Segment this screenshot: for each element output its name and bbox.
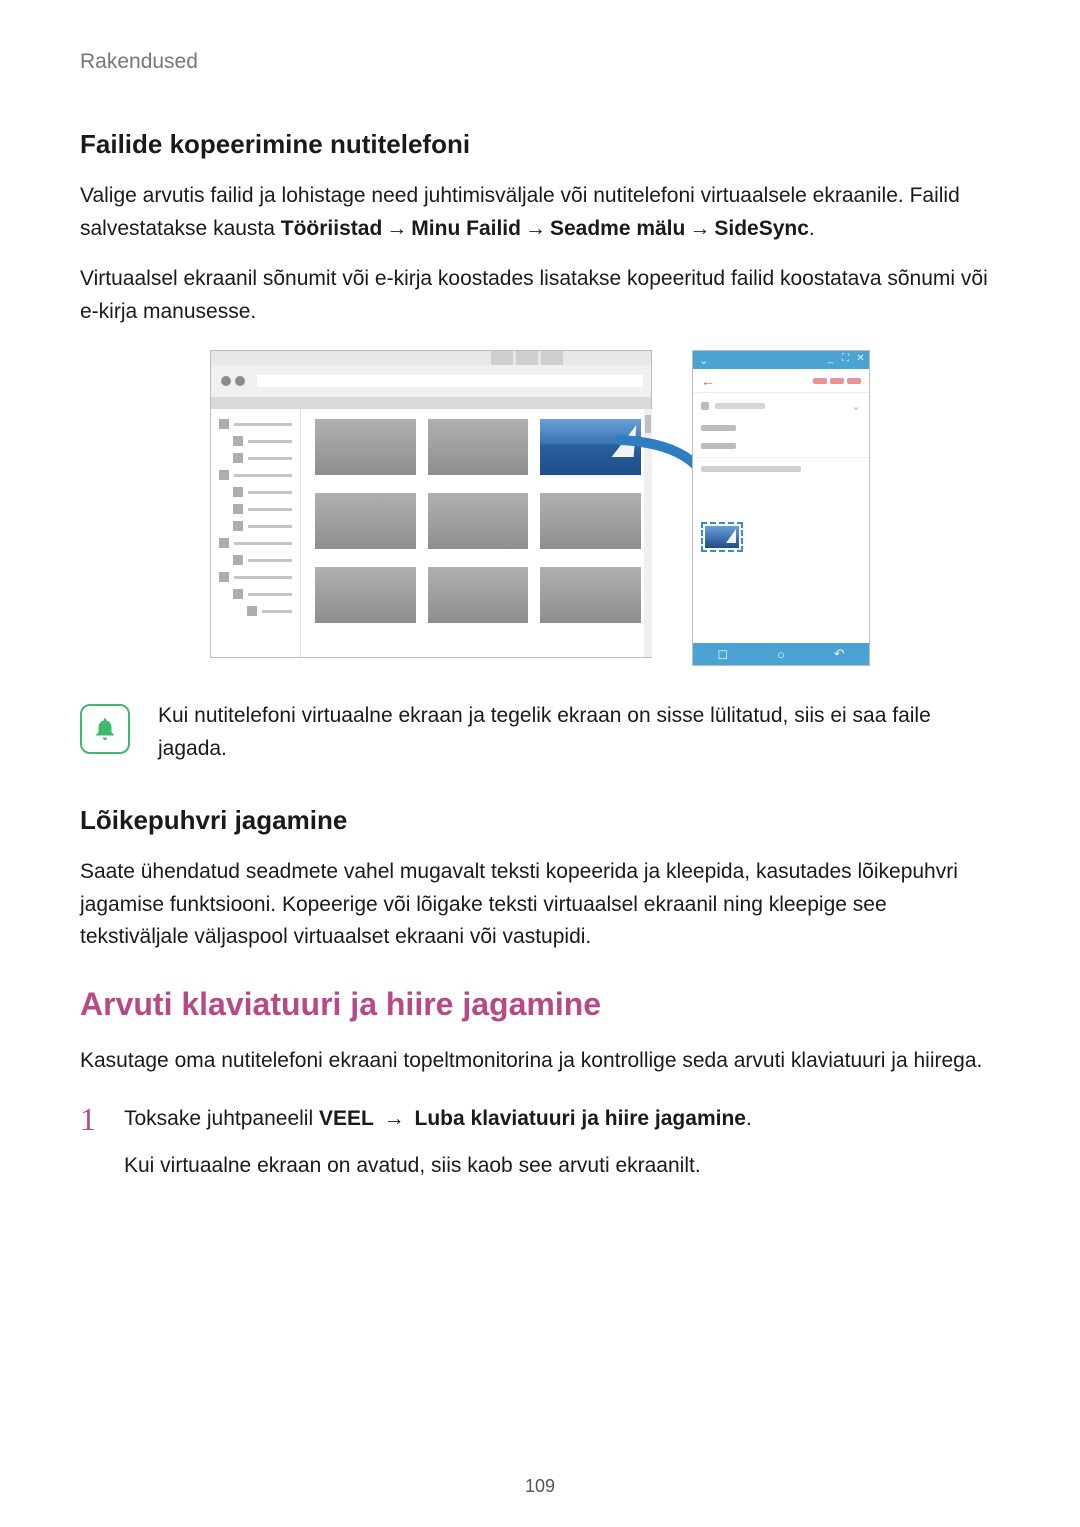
action-pill: [830, 378, 844, 384]
step-number: 1: [80, 1103, 106, 1196]
clipboard-paragraph: Saate ühendatud seadmete vahel mugavalt …: [80, 856, 1000, 954]
step-1-line-2: Kui virtuaalne ekraan on avatud, siis ka…: [124, 1150, 1000, 1183]
p1-post: .: [809, 217, 815, 240]
step-1: 1 Toksake juhtpaneelil VEEL → Luba klavi…: [80, 1103, 1000, 1196]
file-thumbnail: [315, 419, 416, 475]
compose-row: [693, 419, 869, 437]
phone-nav-bar: ◻ ○ ↶: [693, 643, 869, 665]
file-thumbnail: [428, 493, 529, 549]
heading-kb-mouse: Arvuti klaviatuuri ja hiire jagamine: [80, 986, 1000, 1023]
dropped-thumbnail: [705, 526, 739, 548]
info-note: Kui nutitelefoni virtuaalne ekraan ja te…: [80, 700, 1000, 765]
drop-target: [701, 522, 743, 552]
file-thumbnail: [315, 493, 416, 549]
phone-app-header: ←: [693, 369, 869, 393]
step-1-line-1: Toksake juhtpaneelil VEEL → Luba klaviat…: [124, 1103, 1000, 1136]
recent-apps-icon: ◻: [717, 646, 728, 662]
copy-files-paragraph-2: Virtuaalsel ekraanil sõnumit või e-kirja…: [80, 263, 1000, 328]
step-1-post: .: [746, 1107, 752, 1130]
file-thumbnail: [428, 419, 529, 475]
file-thumbnail: [540, 567, 641, 623]
back-icon: ↶: [834, 646, 845, 662]
window-dot-icon: [235, 376, 245, 386]
compose-body: [693, 460, 869, 478]
file-thumbnail: [428, 567, 529, 623]
desktop-file-explorer: [210, 350, 652, 658]
home-icon: ○: [777, 647, 785, 662]
heading-copy-files: Failide kopeerimine nutitelefoni: [80, 129, 1000, 160]
explorer-titlebar: [211, 365, 651, 397]
window-dot-icon: [221, 376, 231, 386]
step-1-pre: Toksake juhtpaneelil: [124, 1107, 319, 1130]
chevron-down-icon: ⌄: [851, 399, 861, 413]
explorer-tabs: [211, 351, 651, 365]
arrow-icon: →: [380, 1103, 409, 1136]
address-bar: [257, 375, 643, 387]
drag-drop-illustration: ⌄ _ ⛶ ✕ ← ⌄: [210, 350, 870, 670]
page-number: 109: [0, 1476, 1080, 1497]
maximize-icon: ⛶: [841, 354, 850, 363]
bell-icon: [80, 704, 130, 754]
file-thumbnail: [315, 567, 416, 623]
phone-window-titlebar: ⌄ _ ⛶ ✕: [693, 351, 869, 369]
minimize-icon: _: [826, 354, 835, 363]
action-pill: [813, 378, 827, 384]
save-path: Tööriistad → Minu Failid → Seadme mälu →…: [281, 217, 809, 240]
step-1-bold1: VEEL: [319, 1107, 374, 1130]
close-icon: ✕: [856, 354, 865, 363]
back-arrow-icon: ←: [701, 373, 715, 389]
explorer-toolbar: [211, 397, 651, 409]
pin-icon: ⌄: [699, 354, 708, 367]
folder-tree: [211, 409, 301, 657]
heading-clipboard: Lõikepuhvri jagamine: [80, 805, 1000, 836]
thumbnail-grid: [301, 409, 651, 657]
breadcrumb: Rakendused: [80, 50, 1000, 74]
action-pill: [847, 378, 861, 384]
copy-files-paragraph-1: Valige arvutis failid ja lohistage need …: [80, 180, 1000, 245]
kb-mouse-intro: Kasutage oma nutitelefoni ekraani topelt…: [80, 1045, 1000, 1078]
compose-row: ⌄: [693, 393, 869, 419]
step-1-bold2: Luba klaviatuuri ja hiire jagamine: [415, 1107, 746, 1130]
smartphone-virtual-screen: ⌄ _ ⛶ ✕ ← ⌄: [692, 350, 870, 666]
info-note-text: Kui nutitelefoni virtuaalne ekraan ja te…: [158, 700, 1000, 765]
compose-row: [693, 437, 869, 455]
